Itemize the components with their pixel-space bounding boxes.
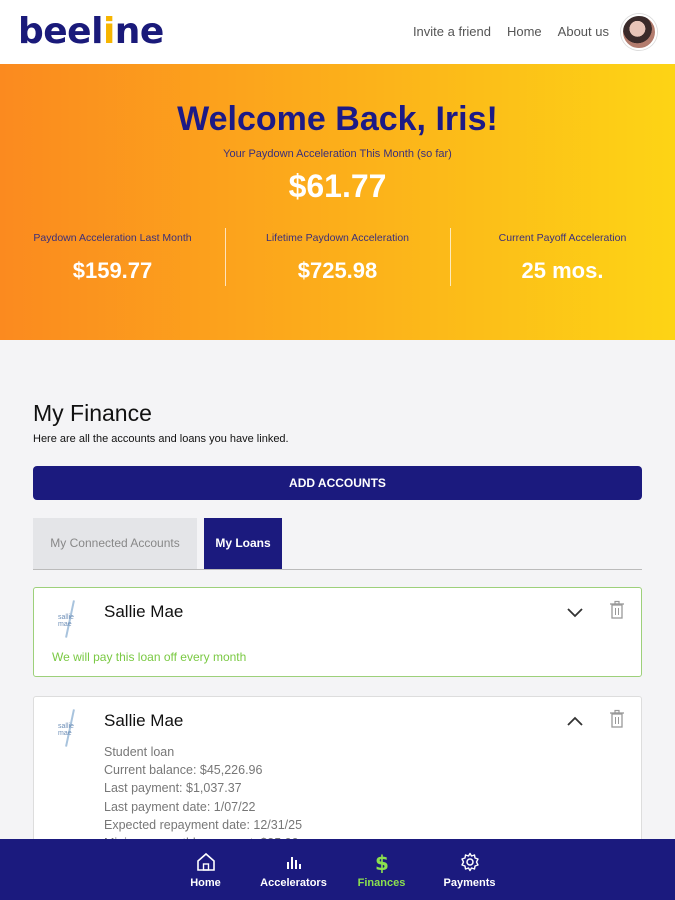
stat-last-month: Paydown Acceleration Last Month $159.77 bbox=[0, 228, 225, 286]
finance-tabs: My Connected Accounts My Loans bbox=[33, 518, 642, 570]
bar-chart-icon bbox=[286, 857, 301, 869]
payoff-note: We will pay this loan off every month bbox=[52, 650, 247, 664]
lender-name: Sallie Mae bbox=[104, 711, 184, 730]
trash-icon[interactable] bbox=[609, 600, 625, 620]
stat-value: $159.77 bbox=[72, 258, 153, 283]
trash-icon[interactable] bbox=[609, 709, 625, 729]
welcome-title: Welcome Back, Iris! bbox=[177, 100, 498, 138]
chevron-down-icon[interactable] bbox=[565, 602, 585, 622]
loan-type: Student loan bbox=[104, 745, 175, 759]
expected-repayment-date: Expected repayment date: 12/31/25 bbox=[104, 817, 303, 832]
stat-value: $725.98 bbox=[297, 258, 378, 283]
stat-label: Lifetime Paydown Acceleration bbox=[266, 232, 409, 244]
svg-text:$: $ bbox=[375, 851, 389, 873]
page-title: My Finance bbox=[33, 400, 152, 426]
page-subtitle: Here are all the accounts and loans you … bbox=[33, 433, 289, 445]
bottom-nav-home[interactable]: Home bbox=[162, 839, 250, 900]
sallie-mae-logo: sallie mae bbox=[56, 600, 86, 638]
home-icon bbox=[196, 852, 215, 871]
nav-invite-link[interactable]: Invite a friend bbox=[413, 24, 491, 39]
lender-name: Sallie Mae bbox=[104, 602, 184, 621]
last-payment: Last payment: $1,037.37 bbox=[104, 781, 242, 796]
current-balance: Current balance: $45,226.96 bbox=[104, 763, 263, 778]
bottom-nav-finances[interactable]: $ Finances bbox=[338, 839, 426, 900]
tab-my-loans[interactable]: My Loans bbox=[204, 518, 282, 569]
this-month-amount: $61.77 bbox=[288, 168, 387, 204]
nav-about-link[interactable]: About us bbox=[558, 24, 609, 39]
dollar-icon: $ bbox=[375, 851, 389, 873]
acceleration-stats: Paydown Acceleration Last Month $159.77 … bbox=[0, 228, 675, 286]
add-accounts-button[interactable]: ADD ACCOUNTS bbox=[33, 466, 642, 500]
nav-links: Invite a friend Home About us bbox=[413, 24, 609, 39]
stat-value: 25 mos. bbox=[521, 258, 604, 283]
nav-home-link[interactable]: Home bbox=[507, 24, 542, 39]
bottom-nav: Home Accelerators $ Finances Payments bbox=[0, 839, 675, 900]
stat-label: Current Payoff Acceleration bbox=[498, 232, 627, 244]
hero-banner: Welcome Back, Iris! Your Paydown Acceler… bbox=[0, 64, 675, 340]
sallie-mae-logo: sallie mae bbox=[56, 709, 86, 747]
avatar[interactable] bbox=[621, 14, 657, 50]
loan-details: Student loan Current balance: $45,226.96… bbox=[104, 743, 302, 852]
tab-connected-accounts[interactable]: My Connected Accounts bbox=[33, 518, 197, 569]
stat-label: Paydown Acceleration Last Month bbox=[33, 232, 192, 244]
bottom-nav-payments[interactable]: Payments bbox=[426, 839, 514, 900]
chevron-up-icon[interactable] bbox=[565, 711, 585, 731]
bottom-nav-accelerators[interactable]: Accelerators bbox=[250, 839, 338, 900]
top-nav: beeline Invite a friend Home About us bbox=[0, 0, 675, 64]
gear-icon bbox=[460, 852, 479, 872]
stat-lifetime: Lifetime Paydown Acceleration $725.98 bbox=[225, 228, 450, 286]
beeline-logo[interactable]: beeline bbox=[18, 12, 164, 52]
loan-card[interactable]: sallie mae Sallie Mae We will pay this l… bbox=[33, 587, 642, 677]
last-payment-date: Last payment date: 1/07/22 bbox=[104, 799, 256, 814]
this-month-label: Your Paydown Acceleration This Month (so… bbox=[223, 148, 452, 160]
stat-payoff: Current Payoff Acceleration 25 mos. bbox=[450, 228, 675, 286]
